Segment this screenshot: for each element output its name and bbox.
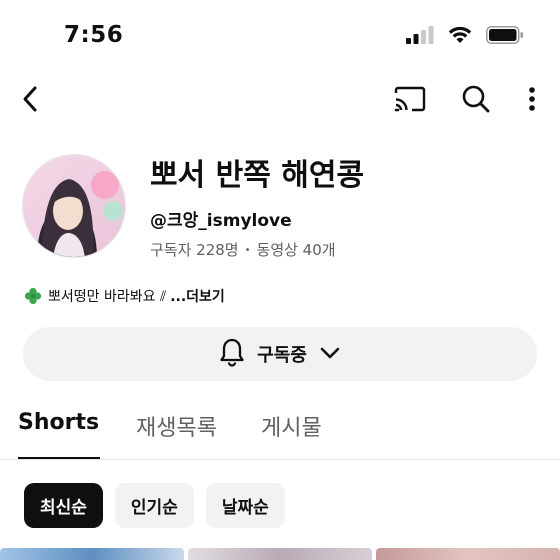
chip-latest[interactable]: 최신순	[24, 483, 103, 528]
status-icons	[406, 26, 524, 48]
bell-icon	[219, 337, 245, 371]
cast-icon[interactable]	[394, 82, 426, 116]
signal-icon	[406, 26, 434, 48]
wifi-icon	[448, 26, 472, 48]
chevron-down-icon	[319, 345, 341, 364]
short-thumbnail[interactable]	[0, 548, 184, 560]
clover-icon	[24, 287, 42, 305]
chip-oldest[interactable]: 날짜순	[205, 483, 285, 528]
subscriber-count: 구독자 228명	[150, 241, 239, 259]
sort-chips: 최신순 인기순 날짜순	[24, 483, 285, 528]
description-text: 뽀서떵만 바라봐요 ⫽	[48, 289, 167, 305]
channel-stats: 구독자 228명 • 동영상 40개	[150, 239, 364, 260]
search-icon[interactable]	[460, 82, 492, 116]
tab-shorts[interactable]: Shorts	[18, 410, 99, 435]
channel-description[interactable]: 뽀서떵만 바라봐요 ⫽ ...더보기	[24, 284, 225, 308]
channel-handle: @크앙_ismylove	[150, 211, 292, 231]
top-bar	[0, 78, 560, 120]
back-arrow-icon[interactable]	[14, 82, 46, 116]
description-more-link[interactable]: ...더보기	[170, 286, 225, 306]
tab-posts[interactable]: 게시물	[261, 410, 322, 442]
channel-header: 뽀서 반쪽 해연콩 @크앙_ismylove 구독자 228명 • 동영상 40개	[22, 154, 542, 264]
channel-name: 뽀서 반쪽 해연콩	[150, 158, 365, 193]
channel-tabs: Shorts 재생목록 게시물	[0, 400, 560, 460]
channel-avatar[interactable]	[22, 154, 126, 258]
status-bar: 7:56	[0, 0, 560, 72]
top-actions	[394, 82, 538, 116]
channel-info: 뽀서 반쪽 해연콩 @크앙_ismylove 구독자 228명 • 동영상 40개	[150, 156, 364, 260]
status-time: 7:56	[64, 22, 124, 48]
stat-separator: •	[244, 245, 251, 256]
short-thumbnail[interactable]	[188, 548, 372, 560]
subscribed-button[interactable]: 구독중	[23, 327, 537, 381]
more-vert-icon[interactable]	[526, 82, 538, 116]
video-count: 동영상 40개	[256, 241, 336, 259]
shorts-grid	[0, 548, 560, 560]
chip-popular[interactable]: 인기순	[114, 483, 194, 528]
short-thumbnail[interactable]	[376, 548, 560, 560]
tab-playlists[interactable]: 재생목록	[136, 410, 217, 442]
battery-icon	[486, 26, 524, 48]
subscribed-label: 구독중	[257, 345, 307, 366]
active-tab-indicator	[18, 457, 100, 459]
